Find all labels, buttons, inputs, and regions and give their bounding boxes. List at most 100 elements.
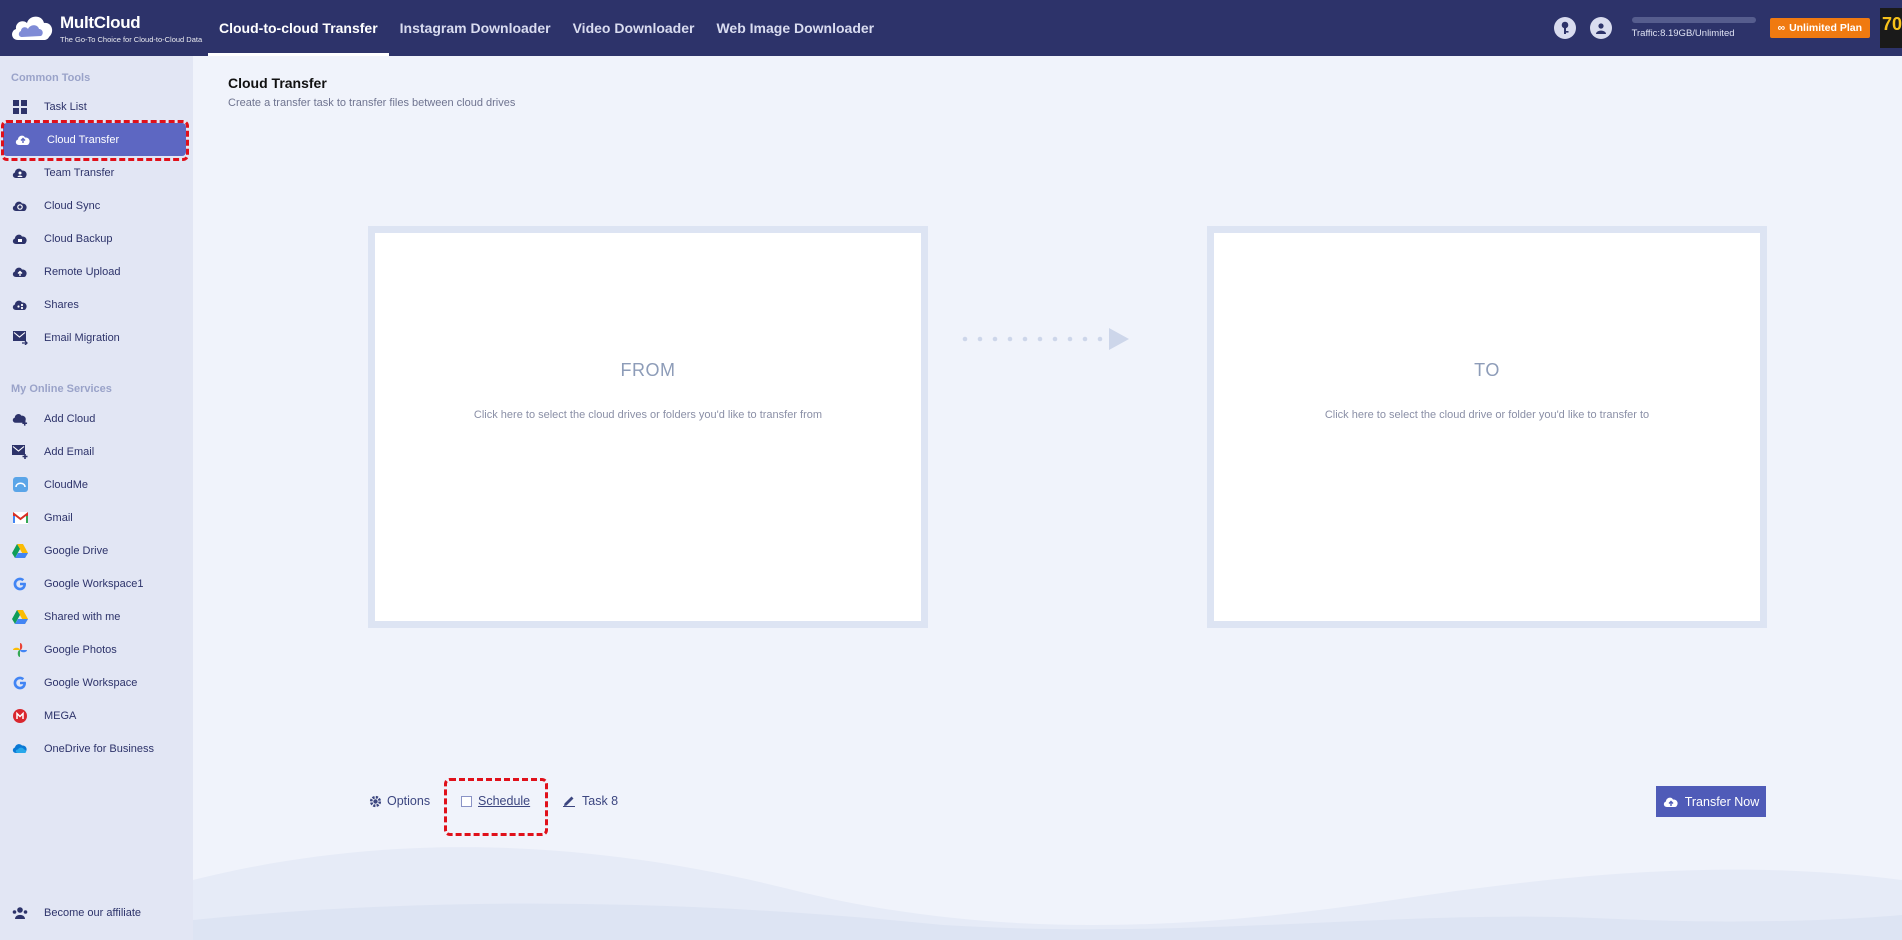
traffic-meter: Traffic:8.19GB/Unlimited xyxy=(1631,17,1756,39)
logo-name: MultCloud xyxy=(60,12,141,32)
sidebar-item-label: Remote Upload xyxy=(44,265,121,278)
add-email-icon xyxy=(12,444,28,460)
sidebar-item-label: Email Migration xyxy=(44,331,120,344)
sidebar-item-label: Cloud Backup xyxy=(44,232,113,245)
to-title: TO xyxy=(1474,360,1500,380)
schedule-checkbox[interactable] xyxy=(461,795,472,807)
sidebar-item-label: Cloud Transfer xyxy=(47,133,120,146)
sidebar-item-label: Google Workspace xyxy=(44,676,138,689)
options-button[interactable]: Options xyxy=(369,786,430,816)
team-transfer-icon xyxy=(12,165,28,181)
cloud-upload-icon xyxy=(1663,796,1679,808)
sidebar-item-google-drive[interactable]: Google Drive xyxy=(0,534,193,567)
sidebar-item-google-workspace[interactable]: Google Workspace xyxy=(0,666,193,699)
sidebar-item-cloud-transfer[interactable]: Cloud Transfer xyxy=(3,123,186,156)
sidebar-item-google-photos[interactable]: Google Photos xyxy=(0,633,193,666)
nav-instagram-downloader[interactable]: Instagram Downloader xyxy=(389,0,562,56)
plan-label: Unlimited Plan xyxy=(1789,22,1862,34)
nav-video-downloader[interactable]: Video Downloader xyxy=(562,0,706,56)
sidebar-item-onedrive-for-business[interactable]: OneDrive for Business xyxy=(0,732,193,765)
schedule-label[interactable]: Schedule xyxy=(478,794,530,808)
background-wave xyxy=(193,847,1902,940)
shares-icon xyxy=(12,297,28,313)
sidebar-item-shares[interactable]: Shares xyxy=(0,288,193,321)
mega-icon xyxy=(12,708,28,724)
key-icon[interactable] xyxy=(1553,17,1576,39)
traffic-bar xyxy=(1631,17,1756,23)
cloudme-icon xyxy=(12,477,28,493)
logo-tagline: The Go-To Choice for Cloud-to-Cloud Data xyxy=(60,34,203,44)
gear-icon xyxy=(369,795,382,808)
sidebar-item-become-affiliate[interactable]: Become our affiliate xyxy=(0,896,193,929)
cloud-transfer-icon xyxy=(15,132,31,148)
sidebar-item-label: Team Transfer xyxy=(44,166,115,179)
to-description: Click here to select the cloud drive or … xyxy=(1324,409,1650,421)
affiliate-icon xyxy=(12,905,28,921)
sidebar-item-label: OneDrive for Business xyxy=(44,742,155,755)
unlimited-plan-button[interactable]: ∞ Unlimited Plan xyxy=(1769,18,1870,38)
sidebar-item-label: Cloud Sync xyxy=(44,199,101,212)
sidebar-item-google-workspace1[interactable]: Google Workspace1 xyxy=(0,567,193,600)
transfer-direction-arrow-icon xyxy=(962,328,1129,350)
from-description: Click here to select the cloud drives or… xyxy=(473,409,823,421)
sidebar-item-email-migration[interactable]: Email Migration xyxy=(0,321,193,354)
sidebar-item-label: Gmail xyxy=(44,511,73,524)
from-panel[interactable]: FROM Click here to select the cloud driv… xyxy=(368,226,928,628)
sidebar-item-label: Google Photos xyxy=(44,643,117,656)
sidebar-item-mega[interactable]: MEGA xyxy=(0,699,193,732)
transfer-now-button[interactable]: Transfer Now xyxy=(1656,786,1766,817)
sidebar-item-add-email[interactable]: Add Email xyxy=(0,435,193,468)
from-title: FROM xyxy=(620,360,676,380)
sidebar-item-shared-with-me[interactable]: Shared with me xyxy=(0,600,193,633)
main-content: Cloud Transfer Create a transfer task to… xyxy=(193,56,1902,940)
transfer-now-label: Transfer Now xyxy=(1684,794,1760,809)
sidebar-item-cloudme[interactable]: CloudMe xyxy=(0,468,193,501)
sidebar-item-label: Shared with me xyxy=(44,610,121,623)
sidebar-item-label: CloudMe xyxy=(44,478,89,491)
sidebar-item-cloud-sync[interactable]: Cloud Sync xyxy=(0,189,193,222)
google-icon xyxy=(12,675,28,691)
schedule-toggle[interactable]: Schedule xyxy=(461,786,530,816)
nav-web-image-downloader[interactable]: Web Image Downloader xyxy=(705,0,885,56)
page-subtitle: Create a transfer task to transfer files… xyxy=(228,97,516,109)
promo-badge[interactable]: 70 xyxy=(1880,8,1902,48)
pencil-icon xyxy=(563,795,575,807)
task-name-editor[interactable]: Task 8 xyxy=(563,786,618,816)
task-options-bar: Options Schedule Task 8 xyxy=(193,786,1902,816)
sidebar-item-task-list[interactable]: Task List xyxy=(0,90,193,123)
traffic-text: Traffic:8.19GB/Unlimited xyxy=(1631,28,1735,39)
options-label: Options xyxy=(387,794,431,808)
top-bar: MultCloud The Go-To Choice for Cloud-to-… xyxy=(0,0,1902,56)
infinity-icon: ∞ xyxy=(1777,22,1786,34)
google-icon xyxy=(12,576,28,592)
top-right-area: Traffic:8.19GB/Unlimited ∞ Unlimited Pla… xyxy=(1553,0,1902,56)
cloud-backup-icon xyxy=(12,231,28,247)
common-tools-title: Common Tools xyxy=(11,72,91,84)
to-panel[interactable]: TO Click here to select the cloud drive … xyxy=(1207,226,1767,628)
gmail-icon xyxy=(12,510,28,526)
sidebar-item-add-cloud[interactable]: Add Cloud xyxy=(0,402,193,435)
sidebar-item-label: Task List xyxy=(44,100,87,113)
grid-icon xyxy=(12,99,28,115)
sidebar-item-label: Google Drive xyxy=(44,544,109,557)
google-drive-icon xyxy=(12,543,28,559)
logo[interactable]: MultCloud The Go-To Choice for Cloud-to-… xyxy=(0,10,208,46)
user-account-icon[interactable] xyxy=(1589,17,1612,39)
sidebar-item-gmail[interactable]: Gmail xyxy=(0,501,193,534)
nav-cloud-to-cloud-transfer[interactable]: Cloud-to-cloud Transfer xyxy=(208,0,389,56)
onedrive-icon xyxy=(12,741,28,757)
cloud-logo-icon xyxy=(8,10,56,46)
sidebar-item-label: Add Email xyxy=(44,445,95,458)
email-migration-icon xyxy=(12,330,28,346)
google-drive-icon xyxy=(12,609,28,625)
sidebar-item-label: MEGA xyxy=(44,709,77,722)
task-name: Task 8 xyxy=(582,794,619,808)
sidebar-item-label: Become our affiliate xyxy=(44,906,142,919)
remote-upload-icon xyxy=(12,264,28,280)
sidebar-item-remote-upload[interactable]: Remote Upload xyxy=(0,255,193,288)
sidebar-item-cloud-backup[interactable]: Cloud Backup xyxy=(0,222,193,255)
online-services-title: My Online Services xyxy=(11,383,112,395)
sidebar-item-label: Add Cloud xyxy=(44,412,96,425)
sidebar-item-label: Google Workspace1 xyxy=(44,577,144,590)
sidebar-item-team-transfer[interactable]: Team Transfer xyxy=(0,156,193,189)
